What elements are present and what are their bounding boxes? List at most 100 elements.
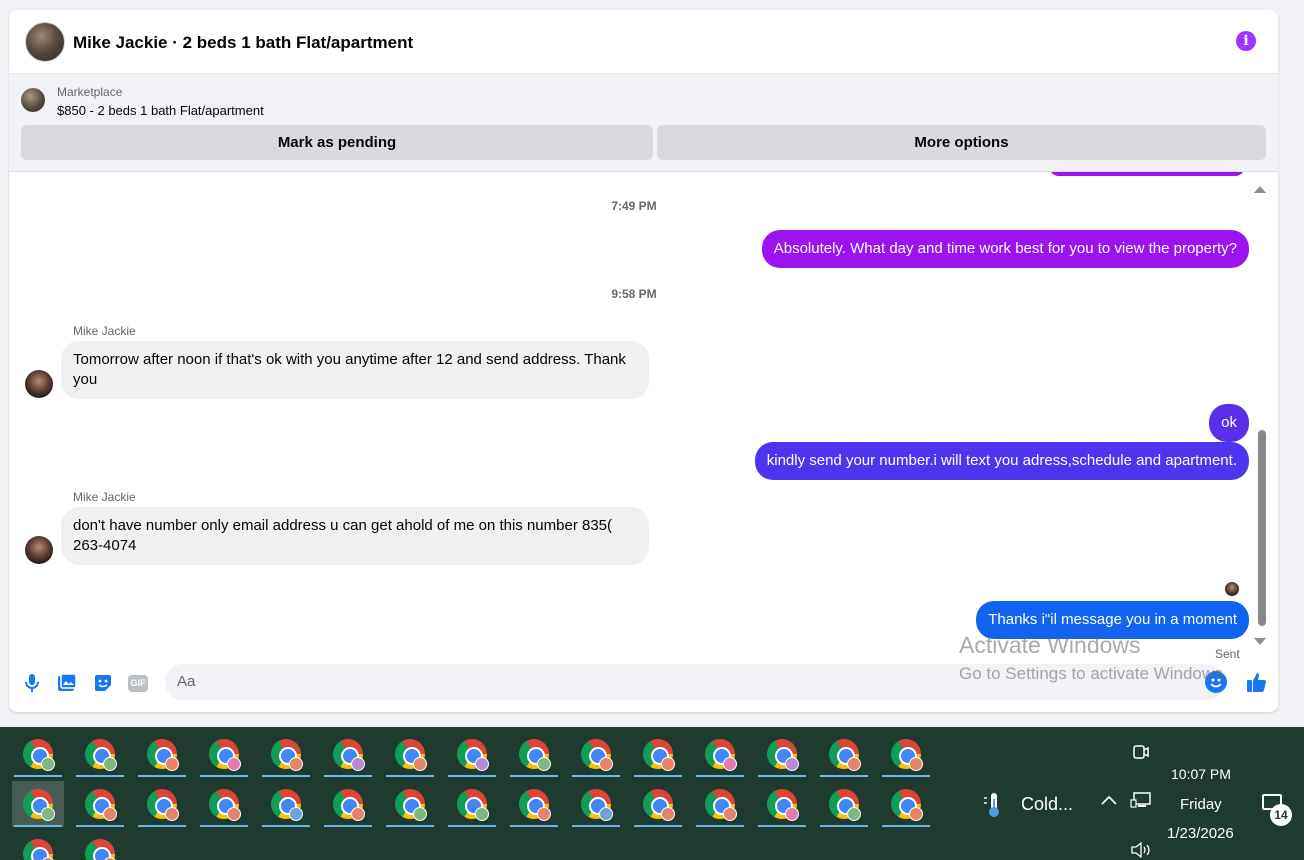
weather-text[interactable]: Cold... (1021, 794, 1073, 815)
profile-badge-icon (909, 807, 923, 821)
outgoing-message[interactable]: Absolutely. What day and time work best … (761, 230, 1249, 268)
chrome-icon (891, 739, 923, 771)
listing-thumbnail[interactable] (21, 88, 45, 112)
sender-avatar[interactable] (25, 536, 53, 564)
taskbar-chrome-window[interactable] (74, 731, 126, 777)
profile-badge-icon (351, 807, 365, 821)
contact-avatar[interactable] (25, 22, 65, 62)
chrome-icon (705, 789, 737, 821)
message-list[interactable]: 7:49 PM Absolutely. What day and time wo… (9, 172, 1278, 662)
chrome-icon (519, 739, 551, 771)
taskbar-chrome-window[interactable] (880, 731, 932, 777)
taskbar-chrome-window[interactable] (880, 781, 932, 827)
taskbar: Cold... 10:07 PM Friday 1/23/2026 14 (0, 727, 1304, 860)
mark-as-pending-button[interactable]: Mark as pending (21, 125, 653, 160)
taskbar-chrome-window[interactable] (818, 781, 870, 827)
thermometer-icon[interactable] (982, 791, 1004, 819)
scroll-up-arrow[interactable] (1254, 186, 1266, 193)
taskbar-chrome-window[interactable] (12, 731, 64, 777)
taskbar-chrome-window[interactable] (136, 781, 188, 827)
more-options-button[interactable]: More options (657, 125, 1266, 160)
meet-now-icon[interactable] (1133, 743, 1149, 766)
clock-day[interactable]: Friday (1180, 796, 1222, 813)
taskbar-chrome-window[interactable] (632, 731, 684, 777)
conversation-title[interactable]: Mike Jackie · 2 beds 1 bath Flat/apartme… (73, 33, 413, 53)
taskbar-chrome-window[interactable] (384, 731, 436, 777)
profile-badge-icon (599, 807, 613, 821)
taskbar-chrome-window[interactable] (632, 781, 684, 827)
taskbar-chrome-window[interactable] (322, 731, 374, 777)
gif-icon[interactable]: GIF (127, 672, 149, 694)
chrome-icon (705, 739, 737, 771)
scrollbar-thumb[interactable] (1258, 430, 1266, 626)
incoming-message[interactable]: don't have number only email address u c… (61, 507, 649, 565)
profile-badge-icon (909, 757, 923, 771)
profile-badge-icon (413, 807, 427, 821)
taskbar-chrome-window[interactable] (446, 731, 498, 777)
chrome-icon (519, 789, 551, 821)
taskbar-chrome-window[interactable] (384, 781, 436, 827)
running-indicator (200, 825, 248, 827)
taskbar-chrome-window[interactable] (694, 731, 746, 777)
chrome-icon (457, 739, 489, 771)
taskbar-chrome-window[interactable] (198, 731, 250, 777)
taskbar-chrome-window[interactable] (756, 781, 808, 827)
clock-time[interactable]: 10:07 PM (1171, 766, 1231, 782)
taskbar-chrome-window[interactable] (570, 781, 622, 827)
incoming-message[interactable]: Tomorrow after noon if that's ok with yo… (61, 341, 649, 399)
outgoing-message[interactable]: kindly send your number.i will text you … (754, 442, 1249, 480)
running-indicator (758, 825, 806, 827)
chrome-icon (767, 789, 799, 821)
taskbar-chrome-window[interactable] (446, 781, 498, 827)
clock-date[interactable]: 1/23/2026 (1167, 825, 1234, 842)
chrome-icon (643, 739, 675, 771)
taskbar-chrome-window[interactable] (818, 731, 870, 777)
profile-badge-icon (165, 807, 179, 821)
profile-badge-icon (537, 757, 551, 771)
profile-badge-icon (537, 807, 551, 821)
profile-badge-icon (723, 757, 737, 771)
chrome-icon (23, 789, 55, 821)
taskbar-chrome-window[interactable] (74, 781, 126, 827)
microphone-icon[interactable] (21, 672, 43, 694)
taskbar-chrome-window[interactable] (136, 731, 188, 777)
profile-badge-icon (227, 757, 241, 771)
show-hidden-icons-icon[interactable] (1100, 793, 1118, 811)
marketplace-listing-panel: Marketplace $850 - 2 beds 1 bath Flat/ap… (9, 74, 1278, 172)
photo-icon[interactable] (56, 672, 78, 694)
taskbar-chrome-window[interactable] (694, 781, 746, 827)
taskbar-chrome-window[interactable] (260, 781, 312, 827)
scroll-down-arrow[interactable] (1254, 638, 1266, 645)
taskbar-chrome-window[interactable] (322, 781, 374, 827)
chrome-icon (767, 739, 799, 771)
running-indicator (820, 825, 868, 827)
taskbar-chrome-window[interactable] (756, 731, 808, 777)
sender-avatar[interactable] (25, 370, 53, 398)
running-indicator (634, 825, 682, 827)
network-icon[interactable] (1130, 792, 1152, 813)
running-indicator (386, 825, 434, 827)
taskbar-chrome-window[interactable] (260, 731, 312, 777)
sticker-icon[interactable] (92, 672, 114, 694)
profile-badge-icon (103, 757, 117, 771)
taskbar-chrome-window[interactable] (74, 831, 126, 860)
running-indicator (634, 775, 682, 777)
taskbar-chrome-window[interactable] (198, 781, 250, 827)
chrome-icon (829, 789, 861, 821)
taskbar-chrome-window[interactable] (12, 781, 64, 827)
thumbs-up-icon[interactable] (1245, 670, 1269, 694)
chrome-icon (457, 789, 489, 821)
taskbar-chrome-window[interactable] (508, 781, 560, 827)
message-bubble-partial (1049, 172, 1245, 176)
outgoing-message[interactable]: ok (1209, 404, 1249, 442)
chrome-icon (891, 789, 923, 821)
running-indicator (138, 775, 186, 777)
volume-icon[interactable] (1130, 841, 1152, 860)
profile-badge-icon (599, 757, 613, 771)
taskbar-chrome-window[interactable] (570, 731, 622, 777)
taskbar-chrome-window[interactable] (508, 731, 560, 777)
listing-title[interactable]: $850 - 2 beds 1 bath Flat/apartment (57, 103, 264, 118)
taskbar-chrome-window[interactable] (12, 831, 64, 860)
running-indicator (76, 825, 124, 827)
info-icon[interactable]: i (1236, 31, 1256, 51)
